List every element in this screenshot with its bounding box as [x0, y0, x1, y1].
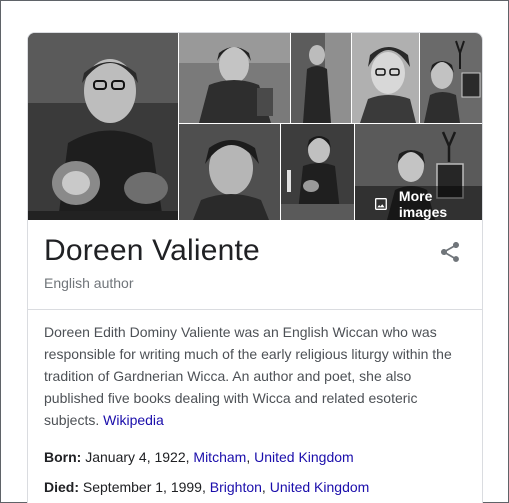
- photo-main[interactable]: [28, 33, 178, 220]
- share-icon: [441, 242, 459, 262]
- photo-4[interactable]: [352, 33, 419, 123]
- fact-born-country-link[interactable]: United Kingdom: [254, 449, 354, 465]
- fact-died-separator: ,: [261, 479, 266, 495]
- fact-died: Died: September 1, 1999, Brighton, Unite…: [44, 479, 369, 495]
- entity-header: Doreen Valiente English author: [28, 220, 482, 310]
- share-button[interactable]: [438, 240, 462, 264]
- entity-subtitle: English author: [44, 275, 134, 291]
- fact-born-separator: ,: [246, 449, 251, 465]
- photo-5[interactable]: [420, 33, 482, 123]
- image-gallery: More images: [28, 33, 482, 220]
- photo-7[interactable]: [281, 124, 354, 220]
- fact-died-date: September 1, 1999,: [82, 479, 206, 495]
- fact-born-label: Born:: [44, 449, 82, 465]
- more-images-button[interactable]: More images: [356, 187, 482, 220]
- photo-6[interactable]: [179, 124, 280, 220]
- wikipedia-link[interactable]: Wikipedia: [103, 412, 164, 428]
- entity-description: Doreen Edith Dominy Valiente was an Engl…: [44, 321, 470, 431]
- photo-3[interactable]: [291, 33, 351, 123]
- fact-born-date: January 4, 1922,: [85, 449, 190, 465]
- fact-died-place-link[interactable]: Brighton: [210, 479, 262, 495]
- fact-born-place-link[interactable]: Mitcham: [193, 449, 246, 465]
- photo-8[interactable]: More images: [355, 124, 482, 220]
- fact-born: Born: January 4, 1922, Mitcham, United K…: [44, 449, 354, 465]
- image-icon: [374, 197, 387, 210]
- knowledge-panel: More images Doreen Valiente English auth…: [27, 32, 483, 503]
- fact-died-country-link[interactable]: United Kingdom: [270, 479, 370, 495]
- more-images-label: More images: [398, 187, 448, 220]
- entity-title: Doreen Valiente: [44, 234, 260, 267]
- fact-died-label: Died:: [44, 479, 79, 495]
- photo-2[interactable]: [179, 33, 290, 123]
